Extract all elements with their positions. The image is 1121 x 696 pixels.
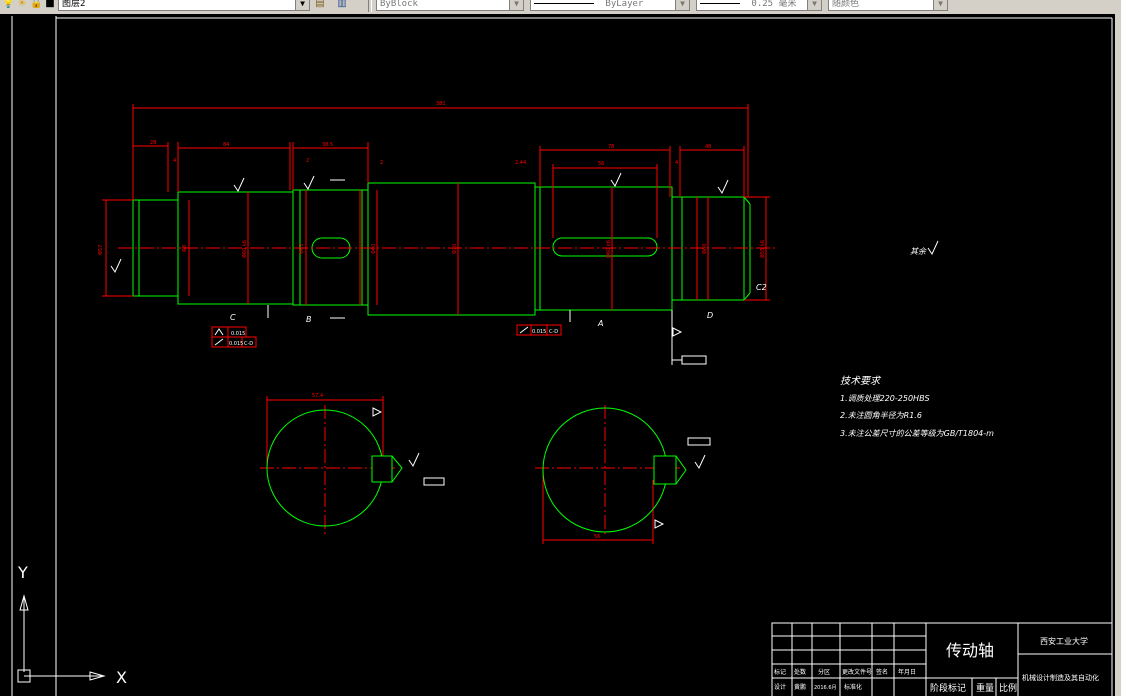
plotstyle-dropdown[interactable]: 随颜色 ▼ (828, 0, 948, 11)
dim-dia-8: Φ60 (702, 244, 708, 254)
row-label-2: 处数 (794, 668, 806, 676)
dim-width-bottom-left: 57.4 (312, 393, 323, 399)
dim-seg1: 28 (150, 140, 156, 146)
weight-label: 重量 (976, 682, 994, 694)
linetype-sample-line (534, 3, 594, 4)
color-dropdown[interactable]: ByBlock ▼ (376, 0, 524, 11)
scale-label: 比例 (999, 682, 1017, 694)
part-name: 传动轴 (946, 641, 994, 660)
row2-label-2: 黄鹏 (794, 683, 806, 691)
tolerance-frame-2: 0.015 C-D (211, 336, 257, 348)
layer-dropdown[interactable]: 图层2 ▼ (58, 0, 310, 11)
dim-dia-5: Φ60 (371, 244, 377, 254)
dim-gap2: 2 (306, 158, 309, 164)
technical-requirements: 技术要求 1.调质处理220-250HBS 2.未注圆角半径为R1.6 3.未注… (840, 375, 994, 438)
dim-gap3: 2 (380, 160, 383, 166)
stage-label: 阶段标记 (930, 682, 966, 694)
section-label-c: C (230, 313, 236, 322)
color-dropdown-value: ByBlock (380, 0, 418, 9)
title-block-text: 传动轴 西安工业大学 机械设计制造及其自动化 标记 处数 分区 更改文件号 签名… (774, 636, 1099, 694)
section-label-a: A (597, 319, 603, 328)
tol3-value: 0.015 (532, 329, 546, 335)
chevron-down-icon[interactable]: ▼ (295, 0, 309, 10)
lineweight-sample-line (700, 3, 740, 4)
dim-seg3: 38.5 (322, 142, 333, 148)
roughness-note: 其余 (910, 247, 927, 256)
drawing-svg[interactable]: 381 28 84 38.5 78 48 56 4 2 2 2.44 4 Φ57… (0, 14, 1121, 696)
subtitle: 机械设计制造及其自动化 (1022, 673, 1099, 682)
tol2-datum: C-D (244, 341, 253, 347)
tech-req-line-3: 3.未注公差尺寸的公差等级为GB/T1804-m (840, 429, 994, 438)
tolerance-frame-1: 0.015 (211, 326, 247, 338)
dim-dia-9: Φ55 k6 (760, 240, 766, 258)
school-name: 西安工业大学 (1040, 636, 1088, 646)
dim-dia-7: Φ60 k6 (606, 240, 612, 258)
linetype-dropdown[interactable]: ByLayer ▼ (530, 0, 690, 11)
tol2-value: 0.015 (229, 341, 243, 347)
row-label-6: 年月日 (898, 668, 916, 676)
tol3-datum: C-D (549, 329, 558, 335)
tech-req-line-1: 1.调质处理220-250HBS (840, 394, 930, 403)
section-view-right (542, 407, 687, 533)
chevron-down-icon[interactable]: ▼ (933, 0, 947, 10)
ucs-y-label: Y (17, 563, 28, 582)
chevron-down-icon[interactable]: ▼ (807, 0, 821, 10)
dim-gap5: 4 (675, 160, 678, 166)
layer-lock-icon[interactable]: 🔒 (30, 0, 42, 10)
dim-seg5: 48 (705, 144, 711, 150)
properties-toolbar: 💡 ☀ 🔒 ■ 图层2 ▼ ▤ ▥ ByBlock ▼ ByLayer ▼ 0.… (0, 0, 1121, 15)
layer-color-swatch-icon[interactable]: ■ (44, 0, 56, 10)
section-markers (267, 179, 711, 529)
ucs-icon (17, 594, 106, 683)
section-label-b: B (306, 315, 312, 324)
tol1-value: 0.015 (231, 331, 245, 337)
layer-dropdown-value: 图层2 (62, 0, 86, 9)
dim-seg2: 84 (223, 142, 229, 148)
center-lines (118, 247, 775, 535)
drawing-frame (11, 16, 1113, 696)
row-label-4: 更改文件号 (842, 668, 872, 676)
vertical-scrollbar[interactable] (1115, 14, 1121, 696)
tech-req-line-2: 2.未注圆角半径为R1.6 (840, 411, 922, 420)
chevron-down-icon[interactable]: ▼ (675, 0, 689, 10)
chevron-down-icon[interactable]: ▼ (509, 0, 523, 10)
make-current-layer-icon[interactable]: ▤ (314, 0, 326, 10)
layer-sun-icon[interactable]: ☀ (16, 0, 28, 10)
plotstyle-dropdown-value: 随颜色 (832, 0, 860, 9)
dim-dia-3: Φ60 k6 (242, 240, 248, 258)
tolerance-frame-3: 0.015 C-D (516, 324, 562, 336)
row2-label-1: 设计 (774, 683, 786, 691)
row-label-3: 分区 (818, 668, 830, 676)
section-label-d: D (707, 311, 713, 320)
dim-gap4: 2.44 (515, 160, 526, 166)
ucs-x-label: X (116, 668, 127, 687)
layer-previous-icon[interactable]: ▥ (336, 0, 348, 10)
lineweight-dropdown[interactable]: 0.25 毫米 ▼ (696, 0, 822, 11)
dim-dia-2: Φ8 (182, 245, 188, 252)
layer-bulb-icon[interactable]: 💡 (2, 0, 14, 10)
toolbar-separator (368, 0, 372, 12)
linetype-dropdown-value: ByLayer (605, 0, 644, 9)
dim-dia-6: Φ70 (452, 244, 458, 254)
drawing-canvas[interactable]: 381 28 84 38.5 78 48 56 4 2 2 2.44 4 Φ57… (0, 14, 1121, 696)
dim-seg4: 78 (608, 144, 614, 150)
dim-width-bottom-right: 56 (594, 534, 600, 540)
dim-dia-4: Φ63 (299, 244, 305, 254)
dim-key1: 56 (598, 161, 604, 167)
dim-overall: 381 (436, 101, 446, 107)
dim-gap1: 4 (173, 158, 176, 164)
row-label-1: 标记 (774, 668, 786, 676)
row-label-5: 签名 (876, 668, 888, 676)
row2-label-4: 标准化 (844, 683, 862, 691)
tech-req-title: 技术要求 (840, 375, 882, 387)
row2-label-3: 2016.6月 (814, 685, 837, 691)
dim-dia-left: Φ57 (98, 245, 104, 255)
lineweight-dropdown-value: 0.25 毫米 (751, 0, 797, 9)
chamfer-label: C2 (756, 283, 767, 292)
